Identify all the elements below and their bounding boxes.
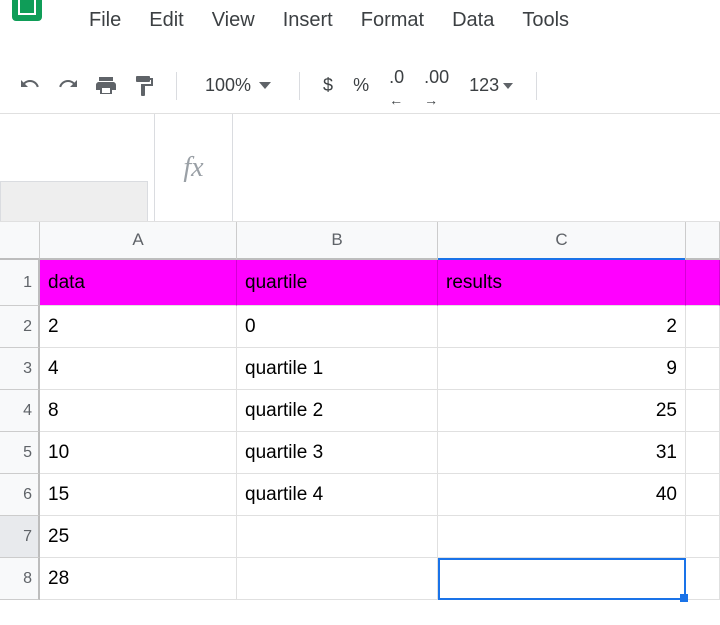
toolbar: 100% $ % .0← .00→ 123 — [0, 58, 720, 114]
name-box[interactable] — [0, 114, 155, 221]
number-format-dropdown[interactable]: 123 — [466, 75, 516, 96]
cell[interactable] — [438, 558, 686, 600]
increase-decimal-button[interactable]: .00→ — [421, 67, 452, 104]
cell[interactable] — [686, 432, 720, 474]
cell[interactable] — [686, 558, 720, 600]
cell[interactable] — [686, 306, 720, 348]
menubar: File Edit View Insert Format Data Tools — [75, 3, 583, 38]
column-header-b[interactable]: B — [237, 222, 438, 260]
cell[interactable] — [686, 516, 720, 558]
row-header[interactable]: 8 — [0, 558, 40, 600]
menu-format[interactable]: Format — [347, 3, 438, 38]
cell[interactable]: data — [40, 260, 237, 306]
cell[interactable]: 31 — [438, 432, 686, 474]
decrease-decimal-button[interactable]: .0← — [386, 67, 407, 104]
formula-input[interactable] — [233, 114, 720, 221]
cell[interactable]: quartile 3 — [237, 432, 438, 474]
cell[interactable]: 15 — [40, 474, 237, 516]
formula-bar: fx — [0, 114, 720, 222]
spreadsheet-grid: A B C 1 2 3 4 5 6 7 8 data quartile resu… — [0, 222, 720, 600]
undo-icon[interactable] — [18, 74, 42, 98]
menu-tools[interactable]: Tools — [508, 3, 583, 38]
menu-edit[interactable]: Edit — [135, 3, 197, 38]
cell[interactable] — [686, 474, 720, 516]
menu-view[interactable]: View — [198, 3, 269, 38]
column-header-a[interactable]: A — [40, 222, 237, 260]
cell[interactable] — [438, 516, 686, 558]
zoom-value: 100% — [205, 75, 251, 96]
caret-down-icon — [503, 83, 513, 89]
cell[interactable]: results — [438, 260, 686, 306]
currency-button[interactable]: $ — [320, 75, 336, 96]
toolbar-divider — [536, 72, 537, 100]
cell[interactable]: 8 — [40, 390, 237, 432]
fx-icon: fx — [155, 114, 233, 221]
cell[interactable]: quartile — [237, 260, 438, 306]
sheets-logo — [12, 0, 42, 21]
redo-icon[interactable] — [56, 74, 80, 98]
zoom-dropdown[interactable]: 100% — [197, 75, 279, 96]
row-header[interactable]: 7 — [0, 516, 40, 558]
row-header[interactable]: 2 — [0, 306, 40, 348]
cell[interactable] — [237, 558, 438, 600]
cell[interactable] — [686, 260, 720, 306]
cell[interactable] — [237, 516, 438, 558]
paint-format-icon[interactable] — [132, 74, 156, 98]
row-header[interactable]: 3 — [0, 348, 40, 390]
menu-file[interactable]: File — [75, 3, 135, 38]
cell[interactable] — [686, 348, 720, 390]
row-header[interactable]: 1 — [0, 260, 40, 306]
cell[interactable]: 10 — [40, 432, 237, 474]
cell[interactable]: quartile 2 — [237, 390, 438, 432]
column-header-d[interactable] — [686, 222, 720, 260]
toolbar-divider — [299, 72, 300, 100]
column-header-c[interactable]: C — [438, 222, 686, 260]
row-header[interactable]: 5 — [0, 432, 40, 474]
cell[interactable]: 25 — [438, 390, 686, 432]
cell[interactable]: 28 — [40, 558, 237, 600]
cell[interactable] — [686, 390, 720, 432]
row-header[interactable]: 6 — [0, 474, 40, 516]
cell[interactable]: 4 — [40, 348, 237, 390]
cell[interactable]: quartile 1 — [237, 348, 438, 390]
cell[interactable]: 2 — [438, 306, 686, 348]
cell[interactable]: 40 — [438, 474, 686, 516]
arrow-right-icon: → — [424, 92, 449, 108]
row-header[interactable]: 4 — [0, 390, 40, 432]
cell[interactable]: 0 — [237, 306, 438, 348]
select-all-corner[interactable] — [0, 222, 40, 260]
percent-button[interactable]: % — [350, 75, 372, 96]
menu-data[interactable]: Data — [438, 3, 508, 38]
cell[interactable]: 2 — [40, 306, 237, 348]
cell[interactable]: quartile 4 — [237, 474, 438, 516]
cell[interactable]: 25 — [40, 516, 237, 558]
arrow-left-icon: ← — [389, 92, 404, 108]
print-icon[interactable] — [94, 74, 118, 98]
menu-insert[interactable]: Insert — [269, 3, 347, 38]
grid-body: data quartile results 2 0 2 4 quartile 1… — [40, 260, 720, 600]
cell[interactable]: 9 — [438, 348, 686, 390]
toolbar-divider — [176, 72, 177, 100]
caret-down-icon — [259, 82, 271, 89]
